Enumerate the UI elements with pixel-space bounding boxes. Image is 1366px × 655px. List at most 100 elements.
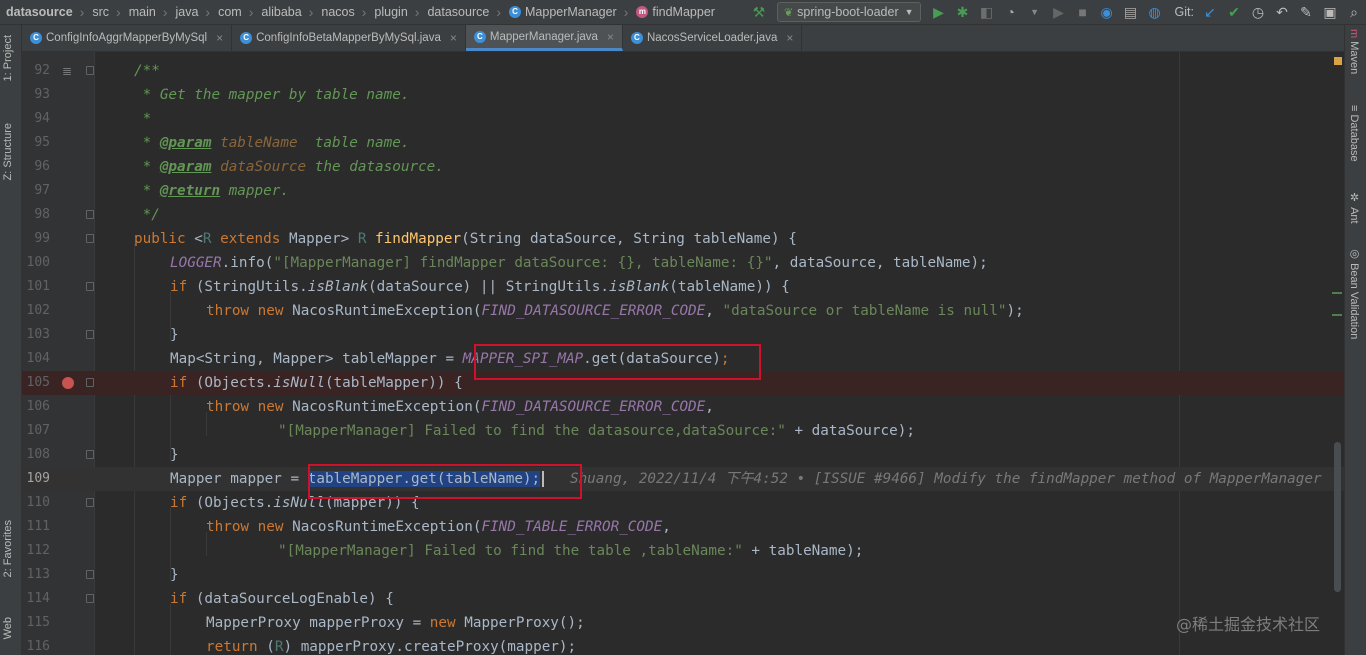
code-token: ); (1006, 303, 1024, 319)
line-number: 106 (26, 399, 50, 414)
code-token: @return (159, 183, 221, 199)
scrollbar-thumb[interactable] (1334, 442, 1341, 592)
tab-mappermanager[interactable]: C MapperManager.java × (465, 25, 623, 51)
code-token: @param (159, 159, 212, 175)
project-tool-button[interactable]: 1: Project (2, 35, 14, 81)
code-token: (Objects. (187, 495, 274, 511)
fold-marker-icon[interactable] (86, 66, 94, 75)
close-icon[interactable]: × (786, 31, 793, 45)
breadcrumb-src[interactable]: src › (86, 4, 122, 20)
line-number: 115 (26, 615, 50, 630)
maven-icon: m (1348, 29, 1360, 42)
code-token: "[MapperManager] Failed to find the data… (278, 423, 786, 439)
search-icon[interactable]: ⌕ (1344, 2, 1364, 22)
fold-marker-icon[interactable] (86, 330, 94, 339)
code-token: ( (257, 639, 275, 655)
debug-icon[interactable]: ✱ (953, 2, 973, 22)
tool-label: Ant (1348, 207, 1360, 224)
code-line: 112 "[MapperManager] Failed to find the … (22, 539, 1344, 563)
code-text: throw new NacosRuntimeException(FIND_DAT… (206, 299, 1024, 323)
breadcrumb-label: findMapper (652, 5, 715, 19)
tab-configinfobetamapper[interactable]: C ConfigInfoBetaMapperByMySql.java × (232, 25, 466, 51)
line-number: 105 (26, 375, 50, 390)
web-tool-button[interactable]: Web (2, 617, 14, 639)
code-text: * @param tableName table name. (134, 131, 410, 155)
breadcrumb-java[interactable]: java › (169, 4, 212, 20)
run-icon[interactable]: ▶ (929, 2, 949, 22)
breadcrumb-method[interactable]: m findMapper (630, 5, 717, 19)
tab-nacosserviceloader[interactable]: C NacosServiceLoader.java × (623, 25, 803, 51)
code-line: 96 * @param dataSource the datasource. (22, 155, 1344, 179)
more-run-icon[interactable]: ▼ (1025, 2, 1045, 22)
coverage-icon[interactable]: ◧ (977, 2, 997, 22)
code-token: + tableName); (742, 543, 864, 559)
breadcrumb-alibaba[interactable]: alibaba › (255, 4, 315, 20)
breadcrumb-com[interactable]: com › (212, 4, 255, 20)
code-line: 101 if (StringUtils.isBlank(dataSource) … (22, 275, 1344, 299)
timer-icon[interactable]: ◉ (1097, 2, 1117, 22)
vertical-scrollbar[interactable] (1332, 52, 1344, 655)
chevron-right-icon: › (414, 4, 420, 20)
resume-icon[interactable]: ▶ (1049, 2, 1069, 22)
structure-icon[interactable]: ▤ (1121, 2, 1141, 22)
search-everywhere-icon[interactable]: ◍ (1145, 2, 1165, 22)
navigation-bar: datasource › src › main › java › com › alibab… (0, 0, 1366, 25)
git-label: Git: (1174, 5, 1194, 19)
tab-label: ConfigInfoAggrMapperByMySql (46, 32, 208, 44)
code-token: * (134, 159, 160, 175)
database-tool-button[interactable]: ≡ Database (1348, 105, 1360, 162)
close-icon[interactable]: × (216, 31, 223, 45)
profile-icon[interactable]: ◔ (1001, 2, 1021, 22)
build-hammer-icon[interactable]: ⚒ (749, 2, 769, 22)
breadcrumb-main[interactable]: main › (123, 4, 170, 20)
code-text: return (R) mapperProxy.createProxy(mappe… (206, 635, 576, 655)
close-icon[interactable]: × (607, 30, 614, 44)
git-update-icon[interactable]: ↙ (1200, 2, 1220, 22)
structure-tool-button[interactable]: Z: Structure (2, 123, 14, 180)
code-token: + dataSource); (785, 423, 915, 439)
fold-marker-icon[interactable] (86, 210, 94, 219)
fold-marker-icon[interactable] (86, 282, 94, 291)
favorites-tool-button[interactable]: 2: Favorites (2, 520, 14, 577)
code-token: if (170, 279, 188, 295)
tab-configinfoaggrmapper[interactable]: C ConfigInfoAggrMapperByMySql × (22, 25, 233, 51)
bean-validation-tool-button[interactable]: ◎ Bean Validation (1348, 247, 1361, 339)
code-token: FIND_DATASOURCE_ERROR_CODE (481, 303, 706, 319)
fold-marker-icon[interactable] (86, 570, 94, 579)
code-editor[interactable]: 92 ≣ /** 93 * Get the mapper by table na… (22, 52, 1344, 655)
chevron-right-icon: › (248, 4, 254, 20)
wrench-icon[interactable]: ✎ (1296, 2, 1316, 22)
warning-marker-icon[interactable] (1334, 57, 1342, 65)
fold-marker-icon[interactable] (86, 594, 94, 603)
git-rollback-icon[interactable]: ↶ (1272, 2, 1292, 22)
breadcrumb-datasource[interactable]: datasource › (0, 4, 86, 20)
chevron-right-icon: › (623, 4, 629, 20)
fold-marker-icon[interactable] (86, 234, 94, 243)
breadcrumb-plugin[interactable]: plugin › (368, 4, 421, 20)
line-number: 101 (26, 279, 50, 294)
fold-marker-icon[interactable] (86, 498, 94, 507)
code-token: new (429, 615, 456, 631)
code-token: MapperProxy(); (455, 615, 585, 631)
breadcrumb-nacos[interactable]: nacos › (315, 4, 368, 20)
fold-marker-icon[interactable] (86, 378, 94, 387)
line-number: 100 (26, 255, 50, 270)
ant-tool-button[interactable]: ✲ Ant (1348, 191, 1361, 224)
chevron-right-icon: › (162, 4, 168, 20)
breadcrumb-label: datasource (6, 5, 73, 19)
fold-marker-icon[interactable] (86, 450, 94, 459)
run-configuration-select[interactable]: ❦ spring-boot-loader ▼ (776, 2, 921, 22)
code-text: * @return mapper. (134, 179, 289, 203)
doc-render-icon[interactable]: ≣ (62, 59, 72, 83)
git-commit-icon[interactable]: ✔ (1224, 2, 1244, 22)
breadcrumb-class[interactable]: C MapperManager › (503, 4, 630, 20)
class-icon: C (30, 32, 42, 44)
maven-tool-button[interactable]: m Maven (1348, 29, 1360, 74)
breakpoint-icon[interactable] (62, 377, 74, 389)
tool-label: 1: Project (2, 35, 14, 82)
git-history-icon[interactable]: ◷ (1248, 2, 1268, 22)
close-icon[interactable]: × (450, 31, 457, 45)
breadcrumb-datasource-pkg[interactable]: datasource › (421, 4, 503, 20)
project-structure-icon[interactable]: ▣ (1320, 2, 1340, 22)
stop-icon[interactable]: ■ (1073, 2, 1093, 22)
